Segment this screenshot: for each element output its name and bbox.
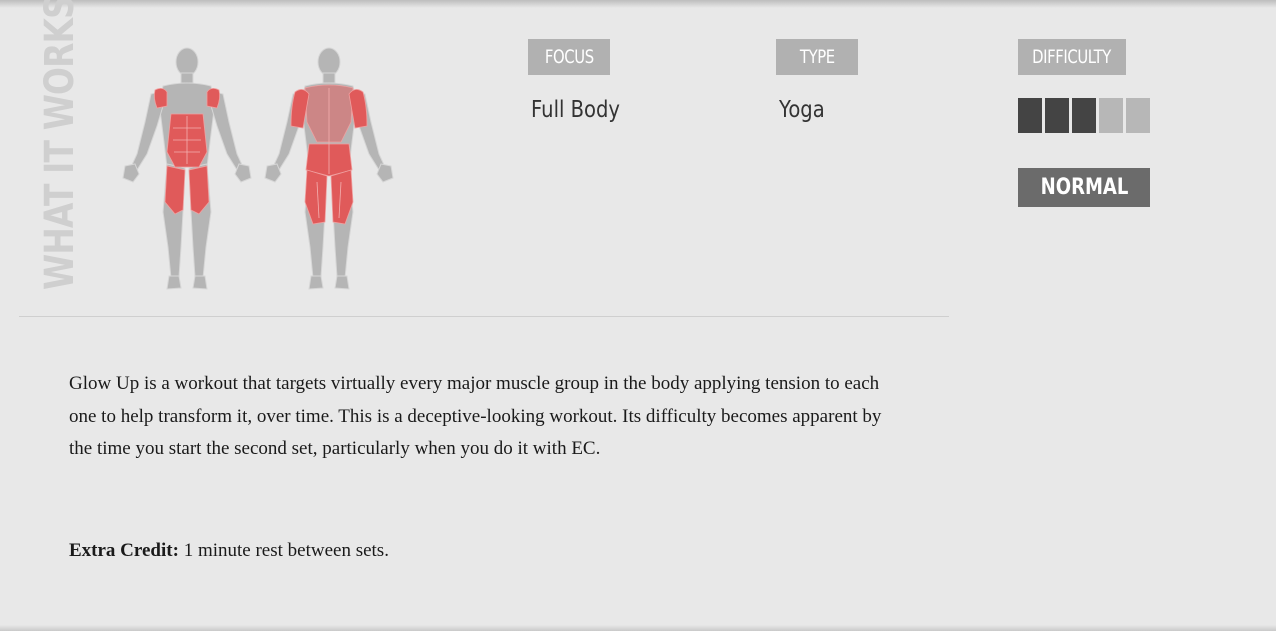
extra-credit: Extra Credit: 1 minute rest between sets… bbox=[69, 535, 899, 567]
difficulty-bar bbox=[1072, 98, 1096, 133]
focus-value-container: Full Body bbox=[531, 97, 636, 123]
focus-tag: FOCUS bbox=[528, 39, 610, 75]
difficulty-bar bbox=[1126, 98, 1150, 133]
difficulty-rating-badge: NORMAL bbox=[1018, 168, 1150, 207]
extra-credit-label: Extra Credit: bbox=[69, 540, 179, 561]
difficulty-bar bbox=[1045, 98, 1069, 133]
focus-value: Full Body bbox=[531, 97, 620, 123]
muscle-diagram bbox=[115, 42, 405, 297]
muscle-figure-back-icon bbox=[264, 47, 394, 290]
top-shadow bbox=[0, 0, 1276, 8]
focus-label: FOCUS bbox=[544, 46, 594, 68]
type-value-container: Yoga bbox=[779, 97, 833, 123]
difficulty-meter bbox=[1018, 98, 1150, 133]
extra-credit-text: 1 minute rest between sets. bbox=[178, 540, 389, 561]
workout-description: Glow Up is a workout that targets virtua… bbox=[69, 373, 882, 459]
section-label: WHAT IT WORKS bbox=[37, 0, 83, 290]
section-divider bbox=[19, 316, 949, 317]
difficulty-bar bbox=[1099, 98, 1123, 133]
type-tag: TYPE bbox=[776, 39, 858, 75]
difficulty-tag: DIFFICULTY bbox=[1018, 39, 1126, 75]
difficulty-label: DIFFICULTY bbox=[1032, 46, 1112, 68]
difficulty-bar bbox=[1018, 98, 1042, 133]
difficulty-rating: NORMAL bbox=[1040, 175, 1128, 200]
type-label: TYPE bbox=[799, 46, 835, 68]
muscle-figure-front-icon bbox=[122, 47, 252, 290]
type-value: Yoga bbox=[779, 97, 825, 123]
bottom-shadow bbox=[0, 625, 1276, 631]
